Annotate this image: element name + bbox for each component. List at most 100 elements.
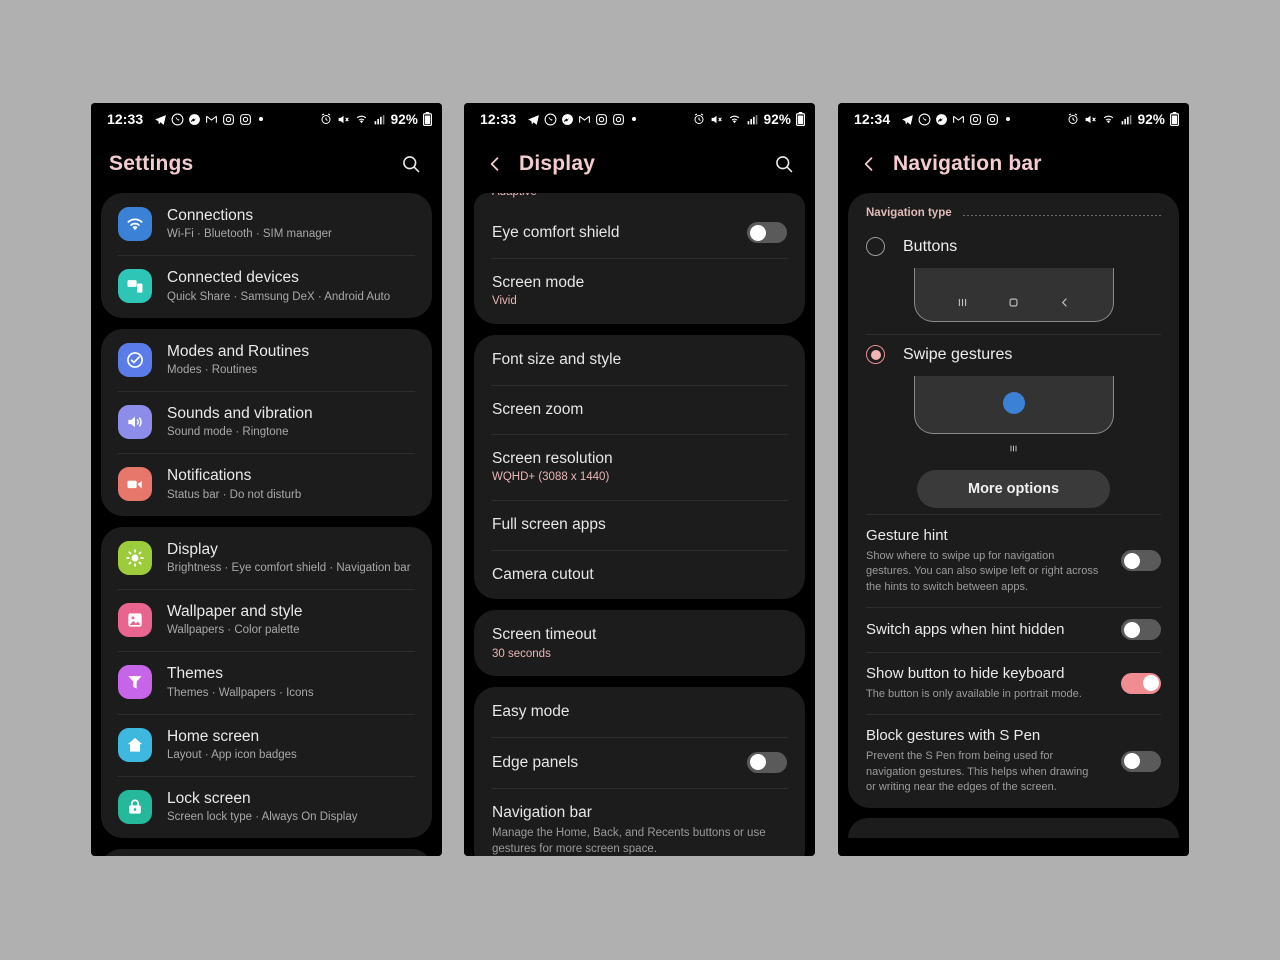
display-item-title: Screen timeout [492,626,597,644]
alarm-icon [320,113,332,125]
display-item-title: Screen zoom [492,400,584,418]
settings-item-subtitle: Quick Share · Samsung DeX · Android Auto [167,290,391,303]
search-icon[interactable] [398,151,424,177]
toggle-knob [1123,552,1140,569]
display-item-screen-timeout[interactable]: Screen timeout 30 seconds [474,610,805,676]
gesture-hint-bar-icon [848,434,1179,456]
display-item-screen-resolution[interactable]: Screen resolution WQHD+ (3088 x 1440) [474,434,805,500]
toggle-knob [1123,621,1140,638]
radio-swipe-gestures[interactable] [866,345,885,364]
settings-item-subtitle: Modes · Routines [167,364,258,376]
display-item-subtitle: Vivid [492,295,517,308]
telegram-icon [901,113,914,126]
switch-apps-toggle[interactable] [1121,619,1161,641]
block-s-pen-gestures-toggle[interactable] [1121,750,1161,772]
eye-comfort-shield-toggle[interactable] [747,222,787,243]
back-icon[interactable] [856,151,882,177]
signal-icon [373,113,386,126]
display-item-screen-zoom[interactable]: Screen zoom [474,384,805,434]
telegram-icon [527,113,540,126]
settings-item-connections[interactable]: Connections Wi-Fi · Bluetooth · SIM mana… [101,193,432,255]
settings-item-title: Connected devices [167,269,299,287]
display-item-full-screen-apps[interactable]: Full screen apps [474,500,805,549]
settings-group-display: Display Brightness · Eye comfort shield … [101,526,432,839]
setting-switch-apps-when-hint-hidden[interactable]: Switch apps when hint hidden [848,607,1179,652]
display-item-screen-mode[interactable]: Screen mode Vivid [474,258,805,324]
settings-item-wallpaper-and-style[interactable]: Wallpaper and style Wallpapers · Color p… [101,588,432,651]
settings-item-title: Wallpaper and style [167,602,303,620]
status-time: 12:33 [480,111,517,127]
setting-show-button-to-hide-keyboard[interactable]: Show button to hide keyboard The button … [848,652,1179,714]
gesture-hint-toggle[interactable] [1121,550,1161,572]
instagram-icon [969,113,982,126]
settings-item-themes[interactable]: Themes Themes · Wallpapers · Icons [101,651,432,713]
status-bar: 12:33 92% [464,103,815,135]
mute-icon [337,113,350,126]
display-item-text: Navigation bar Manage the Home, Back, an… [492,803,787,856]
back-icon[interactable] [482,151,508,177]
display-item-font-size-and-style[interactable]: Font size and style [474,335,805,384]
overflow-dot-icon [632,117,637,121]
display-item-camera-cutout[interactable]: Camera cutout [474,549,805,599]
overflow-dot-icon [259,117,264,121]
settings-item-notifications[interactable]: Notifications Status bar · Do not distur… [101,453,432,515]
settings-item-display[interactable]: Display Brightness · Eye comfort shield … [101,527,432,589]
nav-type-option-buttons[interactable]: Buttons [848,227,1179,264]
settings-item-lock-screen[interactable]: Lock screen Screen lock type · Always On… [101,775,432,838]
battery-icon [1170,112,1179,126]
more-options-button[interactable]: More options [917,470,1110,508]
settings-item-text: Home screen Layout · App icon badges [167,727,415,763]
display-item-eye-comfort-shield[interactable]: Eye comfort shield [474,207,805,258]
phone-panel-settings: 12:33 92% Settings Connections Wi-Fi · B… [91,103,442,856]
settings-scroll-body[interactable]: Connections Wi-Fi · Bluetooth · SIM mana… [91,193,442,856]
setting-block-gestures-with-s-pen[interactable]: Block gestures with S Pen Prevent the S … [848,714,1179,807]
display-item-text: Eye comfort shield [492,223,735,242]
wifi-icon [118,207,152,242]
display-item-title: Edge panels [492,753,579,771]
settings-item-text: Modes and Routines Modes · Routines [167,342,415,378]
alarm-icon [693,113,705,125]
setting-description: The button is only available in portrait… [866,687,1082,700]
status-bar-left: 12:33 [107,111,320,127]
display-item-title: Easy mode [492,703,570,721]
brightness-icon [118,540,152,575]
toggle-knob [1142,675,1159,692]
settings-item-subtitle: Themes · Wallpapers · Icons [167,686,314,699]
display-item-title: Navigation bar [492,803,592,821]
navigation-bar-scroll-body[interactable]: Navigation type Buttons Swipe gestures M… [838,193,1189,856]
settings-item-sounds-and-vibration[interactable]: Sounds and vibration Sound mode · Ringto… [101,390,432,453]
battery-icon [796,112,805,126]
settings-item-title: Themes [167,665,223,683]
display-item-navigation-bar[interactable]: Navigation bar Manage the Home, Back, an… [474,787,805,856]
display-item-edge-panels[interactable]: Edge panels [474,736,805,788]
setting-title: Switch apps when hint hidden [866,621,1065,639]
search-icon[interactable] [771,151,797,177]
settings-item-connected-devices[interactable]: Connected devices Quick Share · Samsung … [101,255,432,317]
clipped-list-item-adaptive[interactable]: Adaptive [474,193,805,207]
status-bar-left: 12:33 [480,111,693,127]
alarm-icon [1067,113,1079,125]
gesture-touch-dot-icon [1002,391,1025,414]
settings-item-text: Connected devices Quick Share · Samsung … [167,268,415,304]
display-item-title: Full screen apps [492,516,606,534]
settings-item-home-screen[interactable]: Home screen Layout · App icon badges [101,713,432,776]
telegram-icon [154,113,167,126]
hide-keyboard-button-toggle[interactable] [1121,672,1161,694]
settings-item-text: Connections Wi-Fi · Bluetooth · SIM mana… [167,206,415,242]
edge-panels-toggle[interactable] [747,751,787,773]
display-item-text: Screen resolution WQHD+ (3088 x 1440) [492,449,787,485]
buttons-preview-graphic [913,268,1114,322]
back-icon [1057,295,1072,310]
settings-item-modes-and-routines[interactable]: Modes and Routines Modes · Routines [101,329,432,391]
display-item-easy-mode[interactable]: Easy mode [474,687,805,736]
gestures-preview-graphic [913,376,1114,434]
dotted-divider [961,214,1161,216]
setting-gesture-hint[interactable]: Gesture hint Show where to swipe up for … [848,514,1179,607]
radio-buttons[interactable] [866,237,885,256]
display-scroll-body[interactable]: Adaptive Eye comfort shield Screen mode … [464,193,815,856]
themes-icon [118,665,152,700]
nav-type-label-buttons: Buttons [903,237,958,255]
recents-icon [955,295,970,310]
nav-type-option-swipe-gestures[interactable]: Swipe gestures [848,335,1179,372]
display-item-text: Screen zoom [492,400,787,419]
